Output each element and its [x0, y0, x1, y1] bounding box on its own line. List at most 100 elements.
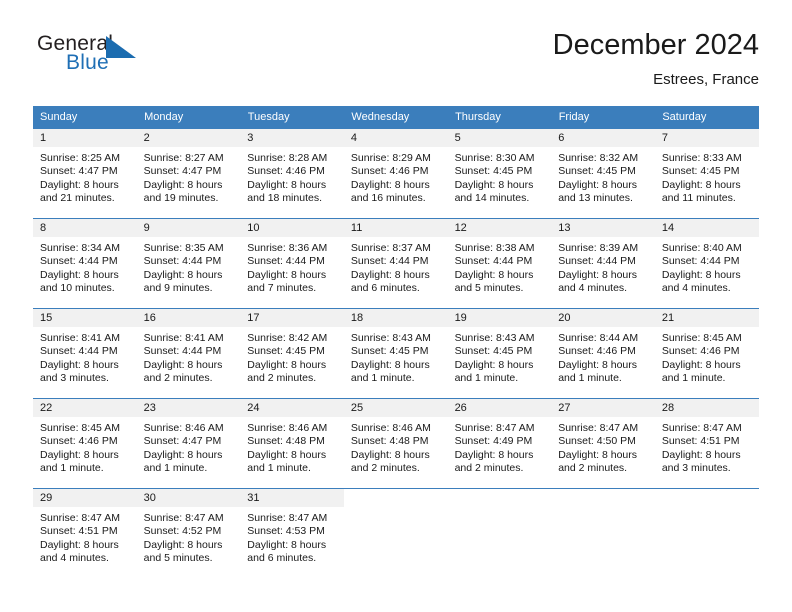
day-cell-inner	[447, 489, 552, 578]
day-cell-inner: 14 Sunrise: 8:40 AM Sunset: 4:44 PM Dayligh…	[654, 219, 759, 308]
calendar-day-cell[interactable]: 9 Sunrise: 8:35 AM Sunset: 4:44 PM Daylight…	[136, 218, 241, 309]
calendar-day-cell[interactable]: 31 Sunrise: 8:47 AM Sunset: 4:53 PM Dayligh…	[240, 488, 344, 578]
calendar-day-cell[interactable]: 5 Sunrise: 8:30 AM Sunset: 4:45 PM Daylight…	[447, 128, 552, 219]
day-cell-inner: 23 Sunrise: 8:46 AM Sunset: 4:47 PM Dayligh…	[136, 399, 241, 488]
detail-line-daylight2: and 6 minutes.	[350, 282, 420, 295]
calendar-day-cell[interactable]: 10 Sunrise: 8:36 AM Sunset: 4:44 PM Dayligh…	[240, 218, 344, 309]
day-details: Sunrise: 8:34 AM Sunset: 4:44 PM Daylight:…	[33, 237, 137, 296]
day-cell-inner: 7 Sunrise: 8:33 AM Sunset: 4:45 PM Daylight…	[654, 129, 759, 218]
calendar-day-cell[interactable]: 6 Sunrise: 8:32 AM Sunset: 4:45 PM Daylight…	[551, 128, 655, 219]
detail-line-daylight1: Daylight: 8 hours	[247, 358, 327, 371]
day-number: 3	[240, 129, 344, 147]
general-blue-logo[interactable]: General Blue	[37, 32, 187, 88]
calendar-day-cell[interactable]: 16 Sunrise: 8:41 AM Sunset: 4:44 PM Dayligh…	[136, 308, 241, 399]
detail-line-daylight2: and 1 minute.	[350, 372, 415, 385]
day-cell-inner: 24 Sunrise: 8:46 AM Sunset: 4:48 PM Dayligh…	[240, 399, 344, 488]
day-details: Sunrise: 8:28 AM Sunset: 4:46 PM Daylight:…	[240, 147, 344, 206]
detail-line-daylight2: and 11 minutes.	[661, 192, 736, 205]
detail-line-daylight2: and 2 minutes.	[143, 372, 213, 385]
calendar-day-cell[interactable]: 26 Sunrise: 8:47 AM Sunset: 4:49 PM Dayligh…	[447, 398, 552, 489]
detail-line-daylight1: Daylight: 8 hours	[350, 448, 430, 461]
detail-line-sunrise: Sunrise: 8:45 AM	[661, 332, 742, 344]
day-cell-inner: 19 Sunrise: 8:43 AM Sunset: 4:45 PM Dayligh…	[447, 309, 552, 398]
detail-line-sunrise: Sunrise: 8:47 AM	[143, 512, 224, 524]
calendar-day-cell[interactable]: 23 Sunrise: 8:46 AM Sunset: 4:47 PM Dayligh…	[136, 398, 241, 489]
day-number: 15	[33, 309, 137, 327]
detail-line-sunrise: Sunrise: 8:29 AM	[350, 152, 431, 164]
detail-line-daylight1: Daylight: 8 hours	[661, 178, 741, 191]
calendar-day-cell[interactable]: 4 Sunrise: 8:29 AM Sunset: 4:46 PM Daylight…	[343, 128, 448, 219]
calendar-day-cell[interactable]: 7 Sunrise: 8:33 AM Sunset: 4:45 PM Daylight…	[654, 128, 759, 219]
day-number: 9	[136, 219, 241, 237]
calendar-day-cell[interactable]: 15 Sunrise: 8:41 AM Sunset: 4:44 PM Dayligh…	[33, 308, 137, 399]
calendar-day-cell[interactable]: 18 Sunrise: 8:43 AM Sunset: 4:45 PM Dayligh…	[343, 308, 448, 399]
detail-line-daylight2: and 21 minutes.	[40, 192, 115, 205]
calendar-day-cell[interactable]: 30 Sunrise: 8:47 AM Sunset: 4:52 PM Dayligh…	[136, 488, 241, 578]
calendar-day-cell[interactable]: 13 Sunrise: 8:39 AM Sunset: 4:44 PM Dayligh…	[551, 218, 655, 309]
calendar-week-row: 8 Sunrise: 8:34 AM Sunset: 4:44 PM Daylight…	[33, 218, 759, 309]
day-number	[654, 489, 759, 507]
day-details: Sunrise: 8:43 AM Sunset: 4:45 PM Daylight:…	[344, 327, 448, 386]
calendar-day-cell[interactable]: 22 Sunrise: 8:45 AM Sunset: 4:46 PM Dayligh…	[33, 398, 137, 489]
day-cell-inner: 16 Sunrise: 8:41 AM Sunset: 4:44 PM Dayligh…	[136, 309, 241, 398]
detail-line-sunrise: Sunrise: 8:36 AM	[247, 242, 328, 254]
detail-line-sunrise: Sunrise: 8:33 AM	[661, 152, 742, 164]
day-cell-inner: 3 Sunrise: 8:28 AM Sunset: 4:46 PM Daylight…	[240, 129, 344, 218]
calendar-day-cell[interactable]: 27 Sunrise: 8:47 AM Sunset: 4:50 PM Dayligh…	[551, 398, 655, 489]
detail-line-daylight1: Daylight: 8 hours	[558, 268, 637, 281]
detail-line-daylight2: and 19 minutes.	[143, 192, 219, 205]
detail-line-sunset: Sunset: 4:45 PM	[247, 345, 325, 358]
detail-line-sunrise: Sunrise: 8:45 AM	[40, 422, 120, 434]
day-number: 27	[551, 399, 655, 417]
page-header: General Blue December 2024 Estrees, Fran…	[33, 28, 759, 98]
calendar-day-cell[interactable]: 24 Sunrise: 8:46 AM Sunset: 4:48 PM Dayligh…	[240, 398, 344, 489]
calendar-day-cell[interactable]: 14 Sunrise: 8:40 AM Sunset: 4:44 PM Dayligh…	[654, 218, 759, 309]
calendar-day-cell[interactable]: 8 Sunrise: 8:34 AM Sunset: 4:44 PM Daylight…	[33, 218, 137, 309]
day-cell-inner: 15 Sunrise: 8:41 AM Sunset: 4:44 PM Dayligh…	[33, 309, 137, 398]
day-cell-inner: 8 Sunrise: 8:34 AM Sunset: 4:44 PM Daylight…	[33, 219, 137, 308]
calendar-day-cell[interactable]: 1 Sunrise: 8:25 AM Sunset: 4:47 PM Daylight…	[33, 128, 137, 219]
calendar-day-cell[interactable]: 2 Sunrise: 8:27 AM Sunset: 4:47 PM Daylight…	[136, 128, 241, 219]
detail-line-sunrise: Sunrise: 8:39 AM	[558, 242, 639, 254]
detail-line-sunrise: Sunrise: 8:42 AM	[247, 332, 328, 344]
detail-line-daylight2: and 3 minutes.	[40, 372, 109, 385]
detail-line-sunset: Sunset: 4:45 PM	[454, 345, 533, 358]
day-number	[343, 489, 448, 507]
day-number: 7	[654, 129, 759, 147]
detail-line-daylight2: and 1 minute.	[40, 462, 104, 475]
day-details: Sunrise: 8:44 AM Sunset: 4:46 PM Daylight:…	[551, 327, 655, 386]
detail-line-daylight2: and 1 minute.	[247, 462, 311, 475]
calendar-day-cell[interactable]: 12 Sunrise: 8:38 AM Sunset: 4:44 PM Dayligh…	[447, 218, 552, 309]
calendar-day-cell[interactable]: 3 Sunrise: 8:28 AM Sunset: 4:46 PM Daylight…	[240, 128, 344, 219]
calendar-day-cell[interactable]: 29 Sunrise: 8:47 AM Sunset: 4:51 PM Dayligh…	[33, 488, 137, 578]
calendar-empty-cell	[551, 488, 655, 578]
calendar-day-cell[interactable]: 19 Sunrise: 8:43 AM Sunset: 4:45 PM Dayligh…	[447, 308, 552, 399]
calendar-day-cell[interactable]: 25 Sunrise: 8:46 AM Sunset: 4:48 PM Dayligh…	[343, 398, 448, 489]
detail-line-daylight1: Daylight: 8 hours	[661, 268, 741, 281]
detail-line-sunrise: Sunrise: 8:34 AM	[40, 242, 120, 254]
day-details: Sunrise: 8:36 AM Sunset: 4:44 PM Daylight:…	[240, 237, 344, 296]
detail-line-sunrise: Sunrise: 8:32 AM	[558, 152, 639, 164]
detail-line-daylight2: and 2 minutes.	[454, 462, 524, 475]
calendar-day-cell[interactable]: 11 Sunrise: 8:37 AM Sunset: 4:44 PM Dayligh…	[343, 218, 448, 309]
day-cell-inner: 2 Sunrise: 8:27 AM Sunset: 4:47 PM Daylight…	[136, 129, 241, 218]
day-number: 25	[343, 399, 448, 417]
day-number: 30	[136, 489, 241, 507]
detail-line-daylight2: and 1 minute.	[143, 462, 208, 475]
detail-line-sunset: Sunset: 4:46 PM	[558, 345, 636, 358]
weekday-header-friday: Friday	[551, 106, 656, 129]
detail-line-daylight1: Daylight: 8 hours	[247, 268, 327, 281]
detail-line-daylight1: Daylight: 8 hours	[558, 448, 637, 461]
calendar-day-cell[interactable]: 17 Sunrise: 8:42 AM Sunset: 4:45 PM Dayligh…	[240, 308, 344, 399]
day-number: 13	[551, 219, 655, 237]
calendar-day-cell[interactable]: 20 Sunrise: 8:44 AM Sunset: 4:46 PM Dayligh…	[551, 308, 655, 399]
detail-line-daylight2: and 1 minute.	[454, 372, 519, 385]
day-number: 4	[343, 129, 448, 147]
calendar-day-cell[interactable]: 28 Sunrise: 8:47 AM Sunset: 4:51 PM Dayligh…	[654, 398, 759, 489]
day-cell-inner: 28 Sunrise: 8:47 AM Sunset: 4:51 PM Dayligh…	[654, 399, 759, 488]
day-details: Sunrise: 8:25 AM Sunset: 4:47 PM Daylight:…	[33, 147, 137, 206]
detail-line-daylight1: Daylight: 8 hours	[40, 268, 119, 281]
calendar-empty-cell	[343, 488, 448, 578]
detail-line-sunset: Sunset: 4:53 PM	[247, 525, 325, 538]
calendar-day-cell[interactable]: 21 Sunrise: 8:45 AM Sunset: 4:46 PM Dayligh…	[654, 308, 759, 399]
